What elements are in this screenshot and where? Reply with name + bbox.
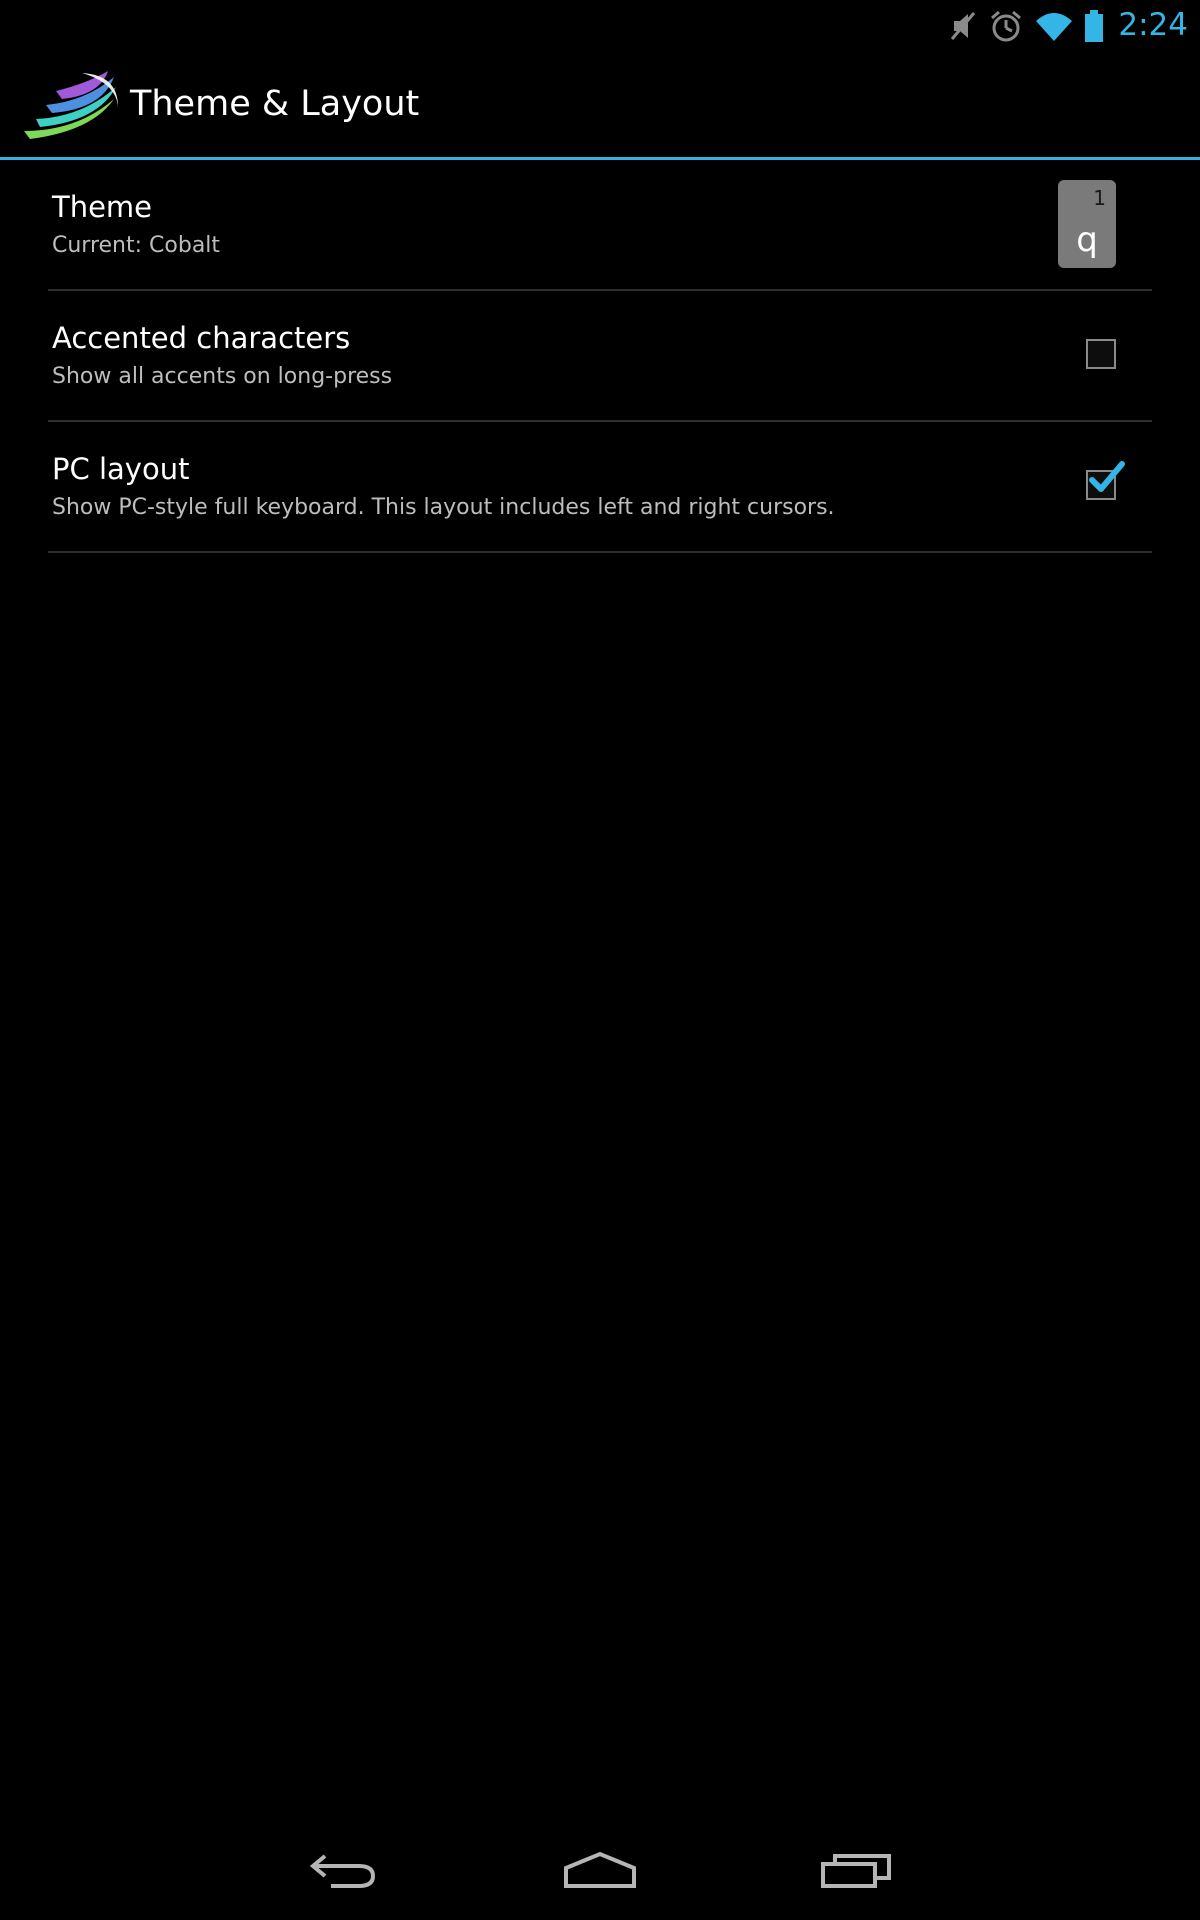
checkmark-icon xyxy=(1089,461,1125,492)
alarm-icon xyxy=(988,9,1024,43)
preference-list: Theme Current: Cobalt 1 q Accented chara… xyxy=(48,160,1152,553)
pref-item-pc-layout[interactable]: PC layout Show PC-style full keyboard. T… xyxy=(48,422,1152,553)
theme-preview-letter: q xyxy=(1076,220,1098,260)
battery-icon xyxy=(1084,9,1104,43)
pref-item-accented-characters[interactable]: Accented characters Show all accents on … xyxy=(48,291,1152,422)
status-bar: 2:24 xyxy=(0,0,1200,51)
recent-apps-icon[interactable] xyxy=(812,1842,902,1898)
back-icon[interactable] xyxy=(298,1842,388,1898)
mute-icon xyxy=(948,9,978,43)
status-time: 2:24 xyxy=(1118,7,1188,43)
home-icon[interactable] xyxy=(555,1842,645,1898)
pref-title: Accented characters xyxy=(52,321,351,355)
pref-summary: Current: Cobalt xyxy=(52,233,221,258)
pref-summary: Show PC-style full keyboard. This layout… xyxy=(52,495,835,520)
action-bar: Theme & Layout xyxy=(0,51,1200,157)
swiftkey-logo-icon[interactable] xyxy=(22,69,122,141)
pref-summary: Show all accents on long-press xyxy=(52,364,393,389)
pref-title: Theme xyxy=(52,190,153,224)
pc-layout-checkbox[interactable] xyxy=(1086,461,1125,500)
accented-characters-checkbox[interactable] xyxy=(1086,339,1116,369)
pref-item-theme[interactable]: Theme Current: Cobalt 1 q xyxy=(48,160,1152,291)
theme-preview-number: 1 xyxy=(1093,186,1106,210)
theme-preview-key[interactable]: 1 q xyxy=(1058,180,1116,268)
status-icons: 2:24 xyxy=(948,0,1188,51)
navigation-bar xyxy=(0,1824,1200,1920)
page-title: Theme & Layout xyxy=(130,84,420,124)
wifi-icon xyxy=(1034,9,1074,43)
pref-title: PC layout xyxy=(52,452,190,486)
